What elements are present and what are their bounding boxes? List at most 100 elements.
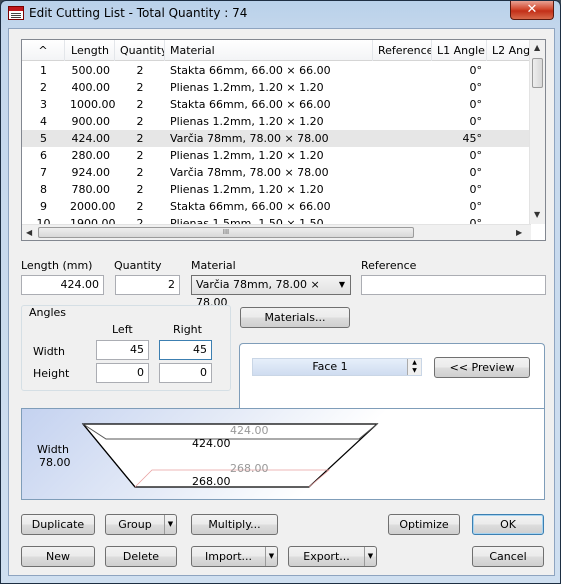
row-l2-angle — [487, 62, 531, 79]
row-material: Varčia 78mm, 78.00 × 78.00 — [170, 166, 329, 179]
column-header-length[interactable]: Length — [65, 40, 115, 61]
column-header-quantity[interactable]: Quantity — [115, 40, 165, 61]
close-button[interactable]: ✕ — [510, 1, 554, 20]
table-body: 1 500.00 2 Stakta 66mm, 66.00 × 66.00 0° 2 400… — [22, 62, 531, 232]
row-quantity: 2 — [136, 115, 144, 128]
row-index: 2 — [40, 81, 47, 94]
row-length: 1000.00 — [70, 98, 115, 111]
row-quantity: 2 — [136, 64, 144, 77]
material-select[interactable]: Varčia 78mm, 78.00 × 78.00 ▼ — [191, 275, 351, 309]
row-reference — [373, 181, 432, 198]
edit-cutting-list-window: Edit Cutting List - Total Quantity : 74 … — [0, 0, 561, 584]
row-reference — [373, 198, 432, 215]
quantity-label: Quantity — [114, 259, 162, 272]
row-quantity: 2 — [136, 200, 144, 213]
title-bar[interactable]: Edit Cutting List - Total Quantity : 74 … — [1, 1, 560, 25]
export-button[interactable]: Export... ▼ — [288, 546, 377, 567]
row-quantity: 2 — [136, 166, 144, 179]
horizontal-scrollbar[interactable]: ◀ III ▶ — [22, 224, 531, 240]
row-quantity: 2 — [136, 183, 144, 196]
row-l1-angle: 0° — [469, 183, 483, 196]
row-l2-angle — [487, 113, 531, 130]
vertical-scrollbar[interactable]: ▲ ▼ — [529, 40, 545, 224]
angles-right-label: Right — [173, 323, 202, 336]
cutting-list-app-icon — [8, 6, 24, 20]
vertical-scroll-thumb[interactable] — [532, 58, 543, 88]
reference-field[interactable] — [361, 275, 546, 295]
table-row[interactable]: 2 400.00 2 Plienas 1.2mm, 1.20 × 1.20 0° — [22, 79, 531, 96]
table-row[interactable]: 4 900.00 2 Plienas 1.2mm, 1.20 × 1.20 0° — [22, 113, 531, 130]
width-left-angle-field[interactable]: 45 — [96, 340, 149, 360]
table-row[interactable]: 7 924.00 2 Varčia 78mm, 78.00 × 78.00 0° — [22, 164, 531, 181]
ok-button[interactable]: OK — [472, 514, 544, 535]
row-l1-angle: 0° — [469, 64, 483, 77]
row-length: 424.00 — [71, 132, 111, 145]
optimize-button[interactable]: Optimize — [388, 514, 460, 535]
table-row[interactable]: 5 424.00 2 Varčia 78mm, 78.00 × 78.00 45° — [22, 130, 531, 147]
diagram-top-inner-length: 424.00 — [192, 437, 231, 450]
scroll-right-arrow-icon[interactable]: ▶ — [516, 228, 522, 237]
table-header: ^ Length Quantity Material Reference L1 … — [22, 40, 531, 61]
table-row[interactable]: 8 780.00 2 Plienas 1.2mm, 1.20 × 1.20 0° — [22, 181, 531, 198]
reference-label: Reference — [361, 259, 417, 272]
chevron-down-icon[interactable]: ▼ — [164, 515, 176, 534]
row-l2-angle — [487, 147, 531, 164]
scroll-left-arrow-icon[interactable]: ◀ — [26, 228, 32, 237]
cutting-list-table[interactable]: ^ Length Quantity Material Reference L1 … — [21, 39, 546, 241]
row-reference — [373, 164, 432, 181]
diagram-top-outer-length: 424.00 — [230, 424, 269, 437]
column-header-l2-angle[interactable]: L2 Ang — [487, 40, 531, 61]
row-l1-angle: 45° — [462, 132, 483, 145]
chevron-down-icon[interactable]: ▼ — [364, 547, 376, 566]
row-length: 280.00 — [71, 149, 111, 162]
chevron-down-icon[interactable]: ▼ — [265, 547, 277, 566]
window-title: Edit Cutting List - Total Quantity : 74 — [29, 6, 248, 20]
table-row[interactable]: 1 500.00 2 Stakta 66mm, 66.00 × 66.00 0° — [22, 62, 531, 79]
row-reference — [373, 96, 432, 113]
height-left-angle-field[interactable]: 0 — [96, 363, 149, 383]
duplicate-button[interactable]: Duplicate — [21, 514, 95, 535]
spinner-arrows-icon[interactable]: ▲ ▼ — [407, 359, 421, 375]
horizontal-scroll-thumb[interactable]: III — [38, 227, 414, 238]
row-reference — [373, 62, 432, 79]
preview-button[interactable]: << Preview — [434, 357, 530, 378]
scroll-down-arrow-icon[interactable]: ▼ — [534, 210, 540, 219]
row-l2-angle — [487, 181, 531, 198]
row-l1-angle: 0° — [469, 81, 483, 94]
column-header-l1-angle[interactable]: L1 Angle — [432, 40, 487, 61]
materials-button[interactable]: Materials... — [240, 307, 350, 328]
import-button[interactable]: Import... ▼ — [191, 546, 278, 567]
cancel-button[interactable]: Cancel — [472, 546, 544, 567]
row-l1-angle: 0° — [469, 98, 483, 111]
delete-button[interactable]: Delete — [105, 546, 177, 567]
material-label: Material — [191, 259, 236, 272]
table-row[interactable]: 3 1000.00 2 Stakta 66mm, 66.00 × 66.00 0° — [22, 96, 531, 113]
column-header-material[interactable]: Material — [165, 40, 373, 61]
row-index: 3 — [40, 98, 47, 111]
row-l1-angle: 0° — [469, 149, 483, 162]
row-length: 400.00 — [71, 81, 111, 94]
row-quantity: 2 — [136, 81, 144, 94]
height-right-angle-field[interactable]: 0 — [159, 363, 212, 383]
new-button[interactable]: New — [21, 546, 95, 567]
column-header-reference[interactable]: Reference — [373, 40, 432, 61]
quantity-field[interactable]: 2 — [115, 275, 180, 295]
table-row[interactable]: 6 280.00 2 Plienas 1.2mm, 1.20 × 1.20 0° — [22, 147, 531, 164]
row-index: 9 — [40, 200, 47, 213]
face-spinner[interactable]: Face 1 ▲ ▼ — [252, 358, 422, 376]
row-l2-angle — [487, 96, 531, 113]
scroll-up-arrow-icon[interactable]: ▲ — [534, 43, 540, 52]
row-l2-angle — [487, 198, 531, 215]
row-index: 4 — [40, 115, 47, 128]
angles-left-label: Left — [112, 323, 133, 336]
row-length: 2000.00 — [70, 200, 115, 213]
length-field[interactable]: 424.00 — [21, 275, 104, 295]
width-right-angle-field[interactable]: 45 — [159, 340, 212, 360]
table-row[interactable]: 9 2000.00 2 Stakta 66mm, 66.00 × 66.00 0° — [22, 198, 531, 215]
column-header-index[interactable]: ^ — [22, 40, 65, 61]
row-material: Stakta 66mm, 66.00 × 66.00 — [170, 200, 331, 213]
row-index: 6 — [40, 149, 47, 162]
multiply-button[interactable]: Multiply... — [191, 514, 278, 535]
row-quantity: 2 — [136, 149, 144, 162]
group-button[interactable]: Group ▼ — [105, 514, 177, 535]
